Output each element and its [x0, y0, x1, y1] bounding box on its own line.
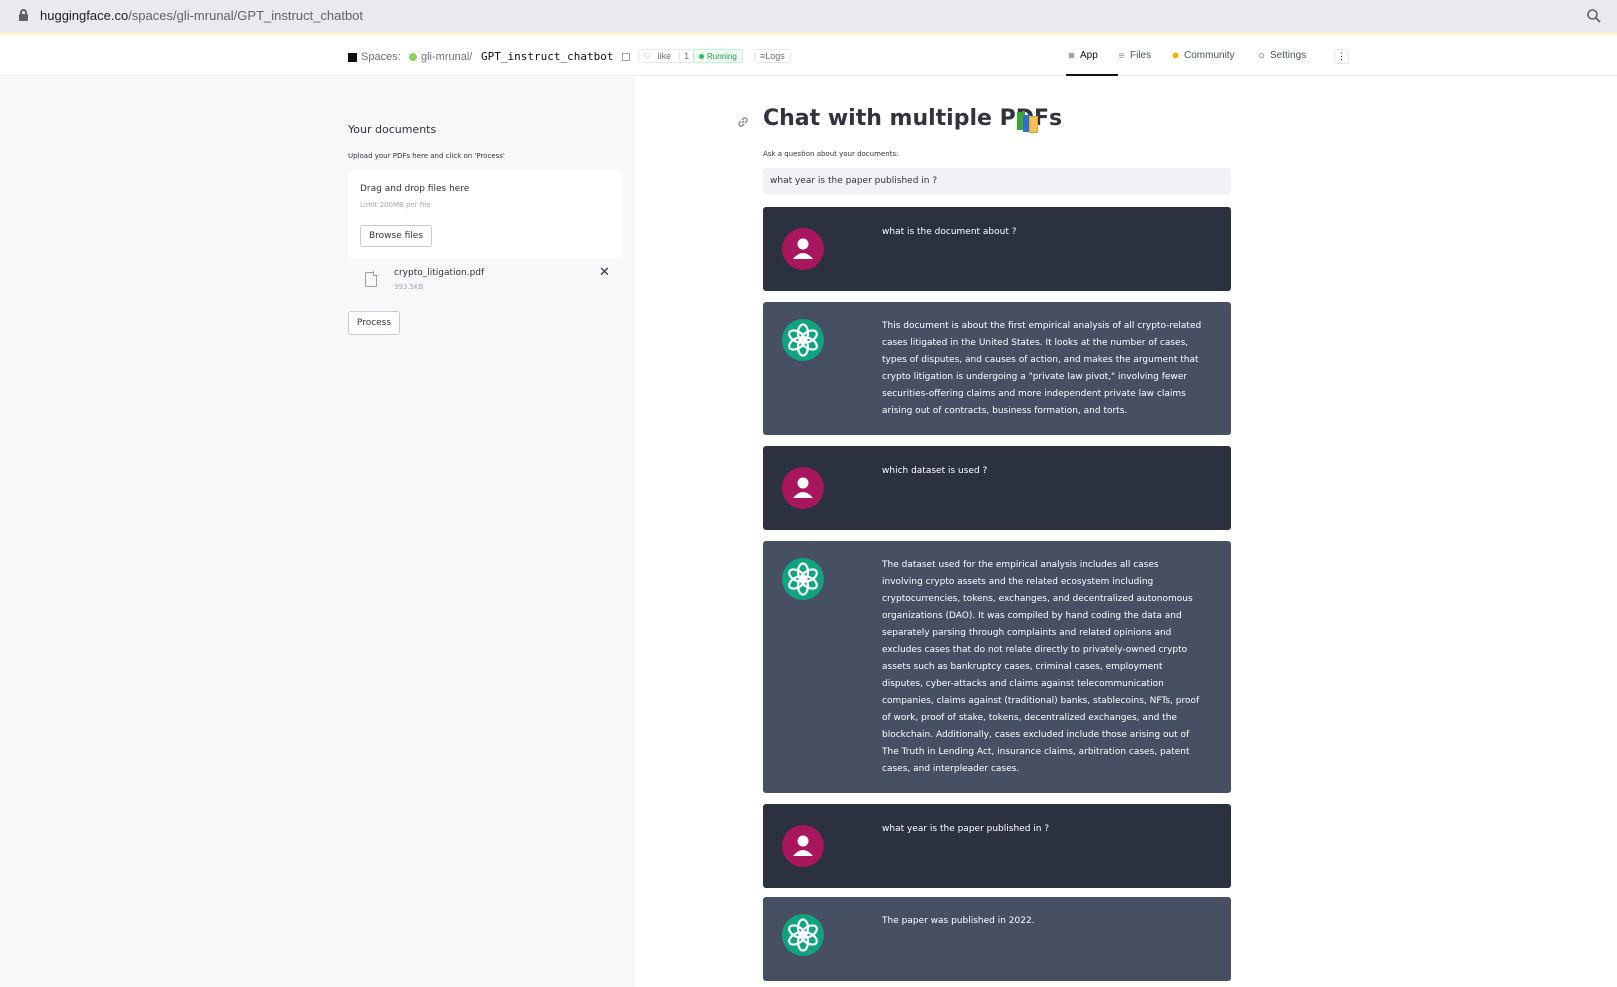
- spaces-logo-icon: [348, 52, 357, 62]
- repo-name[interactable]: GPT_instruct_chatbot: [481, 50, 613, 63]
- heart-icon: ♡ like: [643, 50, 672, 61]
- uploaded-file-name: crypto_litigation.pdf: [394, 268, 485, 278]
- path-separator: /: [469, 51, 473, 63]
- user-message-text: what is the document about ?: [882, 227, 1017, 237]
- anchor-link-icon[interactable]: [736, 115, 750, 129]
- space-header: Spaces: gli-mrunal/ GPT_instruct_chatbot…: [0, 36, 1617, 76]
- bot-message: The paper was published in 2022.: [763, 897, 1231, 981]
- books-icon: [1017, 112, 1038, 133]
- process-button[interactable]: Process: [348, 311, 400, 335]
- owner-avatar: [409, 53, 417, 61]
- tab-community[interactable]: Community: [1172, 50, 1235, 61]
- tab-files[interactable]: Files: [1118, 50, 1151, 61]
- lock-icon: [19, 9, 28, 21]
- sidebar-title: Your documents: [348, 123, 437, 136]
- uploaded-file-size: 393.5KB: [394, 283, 424, 291]
- user-message: which dataset is used ?: [763, 446, 1231, 530]
- file-icon: [365, 271, 378, 287]
- browser-url-bar[interactable]: huggingface.co/spaces/gli-mrunal/GPT_ins…: [0, 0, 1617, 32]
- bot-message-text: This document is about the first empiric…: [882, 321, 1202, 416]
- user-message-text: which dataset is used ?: [882, 466, 988, 476]
- spaces-link[interactable]: Spaces:: [348, 51, 401, 63]
- openai-logo-icon: [782, 558, 824, 600]
- like-count: 1: [679, 51, 693, 61]
- sidebar-help-text: Upload your PDFs here and click on 'Proc…: [348, 152, 505, 160]
- user-message: what is the document about ?: [763, 207, 1231, 291]
- files-icon: [1118, 53, 1125, 58]
- user-message-text: what year is the paper published in ?: [882, 824, 1050, 834]
- question-input[interactable]: [763, 168, 1231, 194]
- status-dot-icon: [699, 53, 704, 59]
- url-host: huggingface.co: [40, 8, 129, 23]
- more-options-icon[interactable]: ⋮: [1334, 49, 1349, 64]
- user-avatar-icon: [782, 825, 824, 867]
- bot-message: This document is about the first empiric…: [763, 302, 1231, 435]
- spaces-label: Spaces:: [361, 51, 401, 63]
- url-path: /spaces/gli-mrunal/GPT_instruct_chatbot: [128, 8, 364, 23]
- openai-logo-icon: [782, 914, 824, 956]
- bot-message: The dataset used for the empirical analy…: [763, 541, 1231, 793]
- question-label: Ask a question about your documents:: [763, 150, 899, 158]
- bot-message-text: The dataset used for the empirical analy…: [882, 560, 1200, 774]
- community-icon: [1172, 52, 1179, 59]
- url-text[interactable]: huggingface.co/spaces/gli-mrunal/GPT_ins…: [40, 8, 363, 23]
- app-icon: [1068, 52, 1075, 59]
- user-message: what year is the paper published in ?: [763, 804, 1231, 888]
- browse-files-button[interactable]: Browse files: [360, 225, 432, 247]
- remove-file-icon[interactable]: ✕: [599, 266, 610, 279]
- logs-button[interactable]: ≡ Logs: [754, 49, 791, 63]
- status-badge[interactable]: Running: [693, 49, 743, 63]
- dropzone-title: Drag and drop files here: [360, 184, 470, 194]
- copy-icon[interactable]: [622, 53, 630, 61]
- active-tab-indicator: [1066, 74, 1118, 76]
- zoom-icon[interactable]: [1586, 8, 1602, 24]
- like-button[interactable]: ♡ like 1: [638, 49, 695, 63]
- dropzone-limit: Limit 200MB per file: [360, 201, 431, 209]
- bot-message-text: The paper was published in 2022.: [882, 916, 1035, 926]
- user-avatar-icon: [782, 228, 824, 270]
- tab-settings[interactable]: Settings: [1258, 50, 1306, 61]
- user-avatar-icon: [782, 467, 824, 509]
- gear-icon: [1258, 52, 1265, 59]
- openai-logo-icon: [782, 319, 824, 361]
- owner-link[interactable]: gli-mrunal/: [421, 51, 472, 63]
- tab-app[interactable]: App: [1068, 50, 1098, 61]
